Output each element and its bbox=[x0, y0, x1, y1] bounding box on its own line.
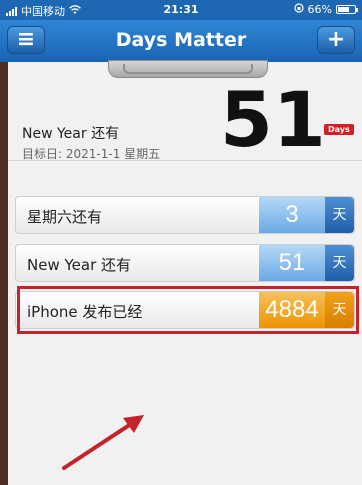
app-title: Days Matter bbox=[115, 29, 247, 51]
nav-bar: ≡ Days Matter + bbox=[0, 20, 362, 62]
add-button[interactable]: + bbox=[317, 26, 355, 54]
annotation-arrow-icon bbox=[62, 415, 144, 470]
status-right: 66% bbox=[293, 3, 358, 16]
lock-rotation-icon bbox=[293, 3, 304, 16]
event-row-saturday[interactable]: 星期六还有 3 天 bbox=[15, 196, 355, 234]
clipboard-board: New Year 还有 目标日: 2021-1-1 星期五 51 Days 星期… bbox=[8, 60, 362, 485]
event-unit: 天 bbox=[325, 245, 354, 281]
event-unit: 天 bbox=[325, 197, 354, 233]
plus-icon: + bbox=[326, 27, 346, 52]
featured-days-count: 51 bbox=[220, 75, 326, 164]
divider bbox=[8, 160, 362, 161]
event-label: 星期六还有 bbox=[27, 208, 103, 226]
event-label: New Year 还有 bbox=[27, 256, 132, 274]
battery-fill bbox=[338, 7, 349, 12]
featured-event[interactable]: New Year 还有 目标日: 2021-1-1 星期五 51 Days bbox=[8, 82, 362, 202]
event-days: 51 bbox=[259, 245, 325, 281]
days-badge: Days bbox=[324, 124, 354, 135]
battery-icon bbox=[336, 5, 358, 14]
event-days: 3 bbox=[259, 197, 325, 233]
highlight-annotation-box bbox=[17, 286, 359, 334]
battery-percent: 66% bbox=[307, 3, 332, 16]
status-bar: 中国移动 21:31 66% bbox=[0, 0, 362, 20]
event-row-new-year[interactable]: New Year 还有 51 天 bbox=[15, 244, 355, 282]
featured-event-name: New Year 还有 bbox=[22, 126, 120, 142]
